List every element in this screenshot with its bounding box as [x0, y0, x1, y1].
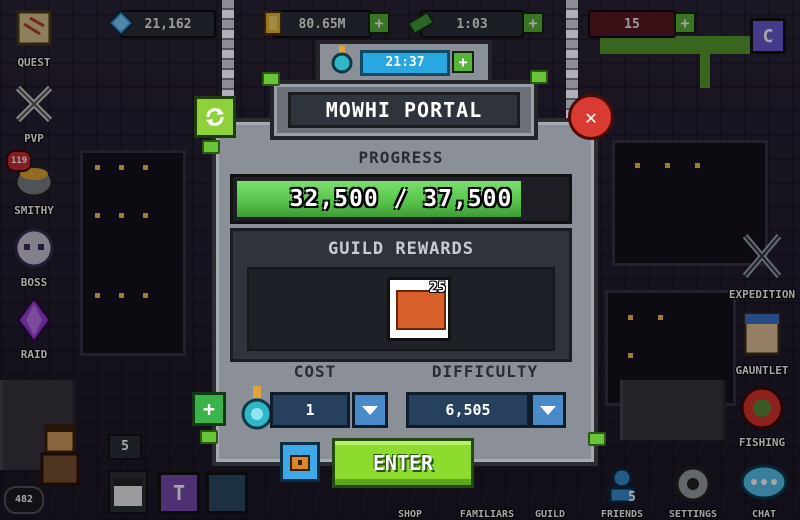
portal-key-icon	[331, 46, 353, 74]
cost-label: COST	[293, 362, 337, 381]
difficulty-dropdown-button[interactable]	[530, 392, 566, 428]
add-cost-button[interactable]: +	[192, 392, 226, 426]
reward-quantity: 25	[429, 280, 446, 296]
enter-button[interactable]: ENTER	[332, 438, 474, 488]
refresh-icon	[206, 108, 224, 126]
chest-icon	[290, 455, 310, 471]
leaf-decoration	[262, 72, 280, 86]
difficulty-label: DIFFICULTY	[431, 362, 539, 381]
cost-value: 1	[270, 392, 350, 428]
modal-title-bar: MOWHI PORTAL	[270, 80, 538, 140]
chest-button[interactable]	[280, 442, 320, 482]
difficulty-value: 6,505	[406, 392, 530, 428]
guild-rewards-panel: GUILD REWARDS 25	[230, 228, 572, 362]
close-button[interactable]: ✕	[568, 94, 614, 140]
chevron-down-icon	[362, 405, 378, 415]
leaf-decoration	[200, 430, 218, 444]
leaf-decoration	[588, 432, 606, 446]
reward-slot: 25	[247, 267, 555, 351]
cost-dropdown-button[interactable]	[352, 392, 388, 428]
close-icon: ✕	[584, 105, 598, 129]
reward-item[interactable]: 25	[387, 277, 451, 341]
portal-timer: 21:37	[360, 50, 450, 76]
orange-chest-icon	[396, 290, 446, 330]
chevron-down-icon	[540, 405, 556, 415]
progress-label: PROGRESS	[358, 148, 444, 167]
add-time-button[interactable]: +	[452, 51, 474, 73]
portal-key-icon	[241, 386, 273, 430]
modal-title: MOWHI PORTAL	[288, 92, 520, 128]
leaf-decoration	[530, 70, 548, 84]
guild-rewards-title: GUILD REWARDS	[327, 239, 475, 259]
refresh-button[interactable]	[194, 96, 236, 138]
progress-text: 32,500 / 37,500	[289, 186, 513, 212]
progress-bar: 32,500 / 37,500	[230, 174, 572, 224]
